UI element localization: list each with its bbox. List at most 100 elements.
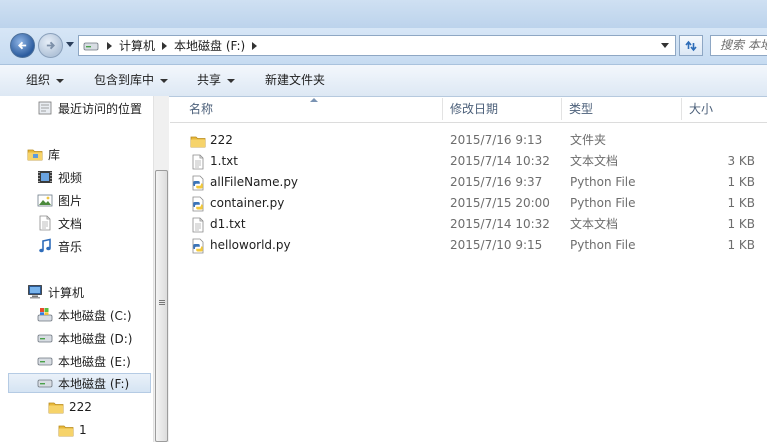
folder-icon — [48, 399, 64, 415]
new-folder-button[interactable]: 新建文件夹 — [265, 65, 325, 96]
nav-label: 最近访问的位置 — [58, 101, 143, 116]
sort-ascending-icon — [310, 98, 318, 102]
nav-item-drive-c[interactable]: 本地磁盘 (C:) — [37, 305, 132, 325]
file-type: 文本文档 — [570, 154, 619, 168]
file-type: Python File — [570, 238, 636, 252]
file-name-cell: allFileName.py — [190, 172, 298, 193]
file-name-cell: 1.txt — [190, 151, 238, 172]
file-modified: 2015/7/10 9:15 — [450, 238, 543, 252]
search-input[interactable]: 搜索 本地 — [710, 35, 767, 56]
chevron-down-icon — [227, 78, 236, 83]
nav-label: 222 — [69, 400, 92, 414]
file-modified: 2015/7/16 9:37 — [450, 175, 543, 189]
documents-icon — [37, 215, 53, 231]
file-name: 222 — [210, 133, 233, 147]
breadcrumb-drive-f[interactable]: 本地磁盘 (F:) — [174, 37, 245, 54]
nav-item-pictures[interactable]: 图片 — [37, 190, 82, 210]
nav-item-folder-222[interactable]: 222 — [48, 397, 92, 417]
drive-icon — [83, 38, 99, 54]
nav-item-libraries[interactable]: 库 — [27, 144, 60, 164]
refresh-button[interactable] — [679, 35, 703, 56]
file-size: 1 KB — [727, 196, 755, 210]
python-file-icon — [190, 175, 206, 191]
nav-item-drive-e[interactable]: 本地磁盘 (E:) — [37, 351, 131, 371]
share-label: 共享 — [197, 73, 222, 87]
nav-item-computer[interactable]: 计算机 — [27, 282, 84, 302]
column-header-size[interactable]: 大小 — [689, 96, 713, 122]
column-headers: 名称 修改日期 类型 大小 — [170, 96, 767, 123]
nav-item-drive-d[interactable]: 本地磁盘 (D:) — [37, 328, 132, 348]
file-name-cell: d1.txt — [190, 214, 246, 235]
nav-item-documents[interactable]: 文档 — [37, 213, 82, 233]
table-row[interactable]: helloworld.py 2015/7/10 9:15 Python File 1 … — [170, 235, 767, 256]
file-name-cell: 222 — [190, 130, 233, 151]
text-file-icon — [190, 154, 206, 170]
nav-item-recent[interactable]: 最近访问的位置 — [37, 98, 142, 118]
breadcrumb-computer[interactable]: 计算机 — [119, 37, 155, 54]
chevron-down-icon — [160, 78, 169, 83]
forward-button[interactable] — [38, 33, 63, 58]
nav-label: 计算机 — [48, 285, 85, 300]
python-file-icon — [190, 196, 206, 212]
file-size: 1 KB — [727, 238, 755, 252]
file-modified: 2015/7/15 20:00 — [450, 196, 550, 210]
table-row[interactable]: 1.txt 2015/7/14 10:32 文本文档 3 KB — [170, 151, 767, 172]
recent-pages-dropdown[interactable] — [66, 42, 74, 47]
file-modified: 2015/7/14 10:32 — [450, 154, 550, 168]
file-name: d1.txt — [210, 217, 246, 231]
organize-button[interactable]: 组织 — [26, 65, 65, 96]
table-row[interactable]: d1.txt 2015/7/14 10:32 文本文档 1 KB — [170, 214, 767, 235]
nav-label: 本地磁盘 (F:) — [58, 376, 130, 391]
include-in-library-button[interactable]: 包含到库中 — [94, 65, 169, 96]
address-bar[interactable]: 计算机 本地磁盘 (F:) — [78, 35, 676, 56]
file-name: helloworld.py — [210, 238, 291, 252]
column-header-type[interactable]: 类型 — [569, 96, 593, 122]
folder-icon — [58, 422, 74, 438]
refresh-icon — [685, 40, 697, 51]
nav-label: 本地磁盘 (E:) — [58, 354, 131, 369]
nav-label: 库 — [48, 147, 61, 162]
file-name-cell: container.py — [190, 193, 284, 214]
file-name: container.py — [210, 196, 285, 210]
text-file-icon — [190, 217, 206, 233]
file-modified: 2015/7/14 10:32 — [450, 217, 550, 231]
nav-item-folder-1[interactable]: 1 — [58, 420, 87, 440]
navigation-pane: 最近访问的位置 库 视频 图片 文档 音乐 计算机 本地磁盘 (C:) 本地磁盘… — [0, 96, 153, 442]
chevron-down-icon — [56, 78, 65, 83]
nav-item-music[interactable]: 音乐 — [37, 236, 82, 256]
drive-icon — [37, 330, 53, 346]
include-in-library-label: 包含到库中 — [94, 73, 155, 87]
file-modified: 2015/7/16 9:13 — [450, 133, 543, 147]
scrollbar-thumb[interactable] — [155, 170, 168, 442]
file-type: Python File — [570, 175, 636, 189]
new-folder-label: 新建文件夹 — [265, 73, 326, 87]
file-name-cell: helloworld.py — [190, 235, 291, 256]
nav-scrollbar[interactable] — [153, 96, 169, 442]
table-row[interactable]: allFileName.py 2015/7/16 9:37 Python File 1… — [170, 172, 767, 193]
drive-icon — [37, 375, 53, 391]
nav-item-videos[interactable]: 视频 — [37, 167, 82, 187]
column-header-name[interactable]: 名称 — [189, 96, 213, 122]
file-type: Python File — [570, 196, 636, 210]
file-name: 1.txt — [210, 154, 238, 168]
address-dropdown-icon[interactable] — [661, 43, 669, 48]
file-name: allFileName.py — [210, 175, 299, 189]
arrow-right-icon — [46, 41, 56, 50]
python-file-icon — [190, 238, 206, 254]
table-row[interactable]: 222 2015/7/16 9:13 文件夹 — [170, 130, 767, 151]
recent-places-icon — [38, 101, 52, 115]
nav-item-drive-f[interactable]: 本地磁盘 (F:) — [8, 373, 151, 393]
file-size: 1 KB — [727, 175, 755, 189]
title-bar — [0, 0, 767, 28]
back-button[interactable] — [10, 33, 35, 58]
column-header-modified[interactable]: 修改日期 — [450, 96, 498, 122]
drive-icon — [37, 353, 53, 369]
table-row[interactable]: container.py 2015/7/15 20:00 Python File 1 … — [170, 193, 767, 214]
nav-label: 本地磁盘 (D:) — [58, 331, 133, 346]
file-size: 3 KB — [727, 154, 755, 168]
nav-label: 图片 — [58, 193, 83, 208]
share-button[interactable]: 共享 — [197, 65, 236, 96]
nav-label: 1 — [79, 423, 87, 437]
nav-label: 本地磁盘 (C:) — [58, 308, 132, 323]
organize-label: 组织 — [26, 73, 51, 87]
